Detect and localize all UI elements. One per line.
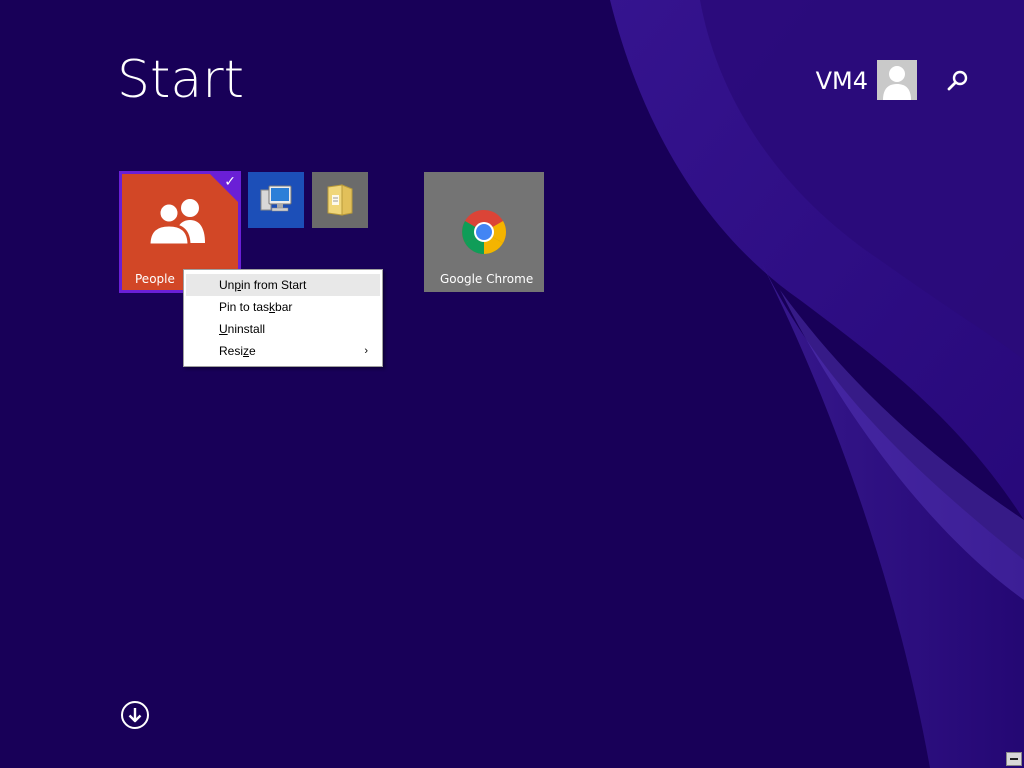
menu-item-resize[interactable]: Resize › — [186, 340, 380, 362]
page-title: Start — [117, 50, 245, 110]
arrow-down-circle-icon — [121, 701, 149, 729]
people-icon — [147, 199, 205, 247]
search-icon — [947, 70, 968, 91]
context-menu: Unpin from Start Pin to taskbar Uninstal… — [183, 269, 383, 367]
tile-google-chrome[interactable]: Google Chrome — [424, 172, 544, 292]
background-waves — [610, 0, 1024, 768]
chevron-right-icon: › — [364, 345, 368, 357]
menu-item-uninstall[interactable]: Uninstall — [186, 318, 380, 340]
user-name[interactable]: VM4 — [816, 66, 868, 96]
menu-item-label: ninstall — [227, 322, 266, 336]
minimize-button[interactable] — [1006, 752, 1022, 766]
computer-icon — [260, 185, 292, 212]
tile-label: Google Chrome — [440, 272, 534, 286]
menu-item-label: bar — [275, 300, 293, 314]
user-silhouette-icon — [877, 60, 917, 100]
tile-file-explorer[interactable] — [312, 172, 368, 228]
checkmark-icon: ✓ — [224, 174, 236, 190]
menu-item-label: Pin to tas — [219, 300, 270, 314]
menu-item-accelerator: U — [219, 322, 228, 336]
menu-item-label: Un — [219, 278, 235, 292]
menu-item-label: Resi — [219, 344, 244, 358]
chrome-icon — [462, 210, 506, 254]
folder-icon — [327, 184, 353, 216]
menu-item-label: e — [249, 344, 256, 358]
tile-label: People — [135, 272, 175, 286]
menu-item-label: in from Start — [241, 278, 307, 292]
user-avatar[interactable] — [877, 60, 917, 100]
menu-item-pin-to-taskbar[interactable]: Pin to taskbar — [186, 296, 380, 318]
menu-item-unpin-from-start[interactable]: Unpin from Start — [186, 274, 380, 296]
tile-computer[interactable] — [248, 172, 304, 228]
search-button[interactable] — [942, 66, 972, 96]
all-apps-button[interactable] — [120, 700, 150, 730]
